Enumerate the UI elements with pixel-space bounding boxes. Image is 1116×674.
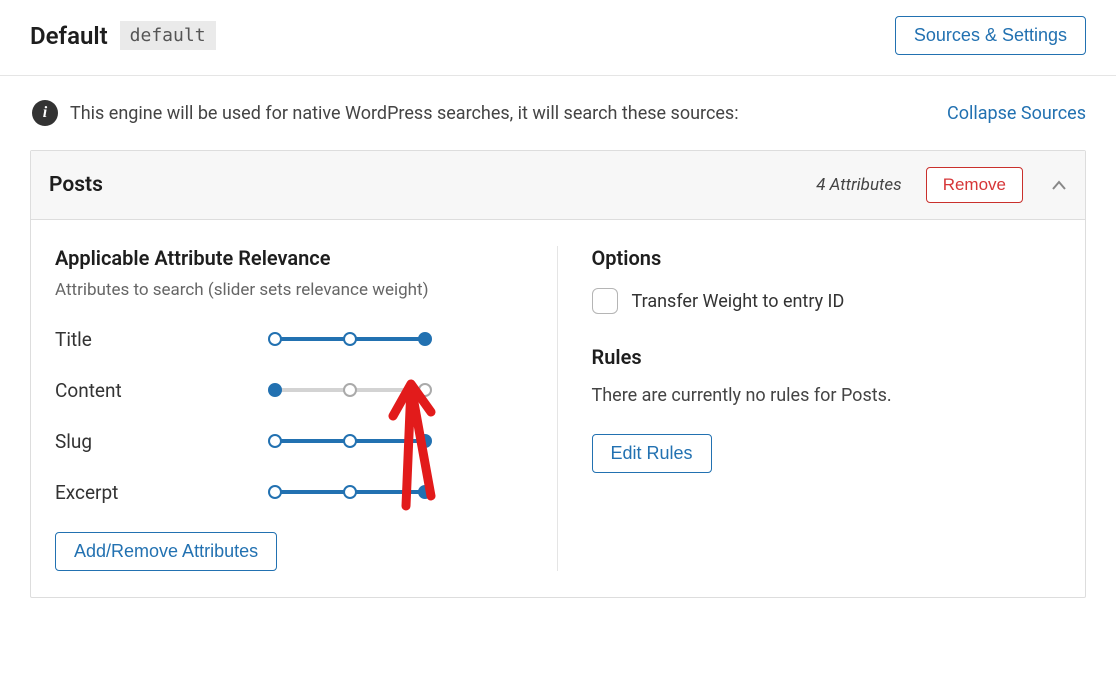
engine-header: Default default Sources & Settings <box>0 0 1116 76</box>
panel-header: Posts 4 Attributes Remove <box>31 151 1085 220</box>
options-title: Options <box>592 246 1062 270</box>
attribute-label: Content <box>55 379 275 402</box>
attribute-label: Title <box>55 328 275 351</box>
attribute-row: Excerpt <box>55 481 525 504</box>
relevance-slider[interactable] <box>275 332 425 346</box>
attribute-list: Title Content Slug Excerpt <box>55 328 525 504</box>
slider-tick <box>268 434 282 448</box>
slider-tick <box>418 332 432 346</box>
attribute-row: Title <box>55 328 525 351</box>
no-rules-text: There are currently no rules for Posts. <box>592 385 1062 406</box>
slider-tick <box>268 485 282 499</box>
attributes-title: Applicable Attribute Relevance <box>55 246 525 270</box>
transfer-weight-checkbox[interactable] <box>592 288 618 314</box>
rules-title: Rules <box>592 345 1062 369</box>
edit-rules-button[interactable]: Edit Rules <box>592 434 712 473</box>
options-column: Options Transfer Weight to entry ID Rule… <box>558 246 1062 571</box>
info-left: i This engine will be used for native Wo… <box>32 100 739 126</box>
engine-header-left: Default default <box>30 21 216 50</box>
info-row: i This engine will be used for native Wo… <box>0 76 1116 150</box>
attribute-row: Content <box>55 379 525 402</box>
panel-title: Posts <box>49 173 816 197</box>
add-remove-attributes-button[interactable]: Add/Remove Attributes <box>55 532 277 571</box>
source-panel-posts: Posts 4 Attributes Remove Applicable Att… <box>30 150 1086 598</box>
slider-tick <box>268 383 282 397</box>
relevance-slider[interactable] <box>275 485 425 499</box>
slider-tick <box>418 383 432 397</box>
info-icon: i <box>32 100 58 126</box>
relevance-slider[interactable] <box>275 434 425 448</box>
slider-tick <box>268 332 282 346</box>
slider-tick <box>343 434 357 448</box>
sources-settings-button[interactable]: Sources & Settings <box>895 16 1086 55</box>
slider-tick <box>418 485 432 499</box>
remove-source-button[interactable]: Remove <box>926 167 1023 203</box>
app-root: Default default Sources & Settings i Thi… <box>0 0 1116 674</box>
slider-tick <box>343 485 357 499</box>
engine-slug: default <box>120 21 216 50</box>
slider-tick <box>418 434 432 448</box>
attribute-label: Slug <box>55 430 275 453</box>
collapse-sources-link[interactable]: Collapse Sources <box>947 103 1086 124</box>
attribute-row: Slug <box>55 430 525 453</box>
panel-body: Applicable Attribute Relevance Attribute… <box>31 220 1085 597</box>
transfer-weight-option: Transfer Weight to entry ID <box>592 288 1062 315</box>
attributes-subtitle: Attributes to search (slider sets releva… <box>55 278 525 304</box>
transfer-weight-label: Transfer Weight to entry ID <box>632 288 845 315</box>
attributes-column: Applicable Attribute Relevance Attribute… <box>55 246 558 571</box>
attribute-label: Excerpt <box>55 481 275 504</box>
attribute-count: 4 Attributes <box>816 175 901 195</box>
relevance-slider[interactable] <box>275 383 425 397</box>
engine-title: Default <box>30 22 108 50</box>
slider-tick <box>343 383 357 397</box>
collapse-caret-icon[interactable] <box>1051 176 1067 195</box>
slider-tick <box>343 332 357 346</box>
info-text: This engine will be used for native Word… <box>70 103 739 124</box>
